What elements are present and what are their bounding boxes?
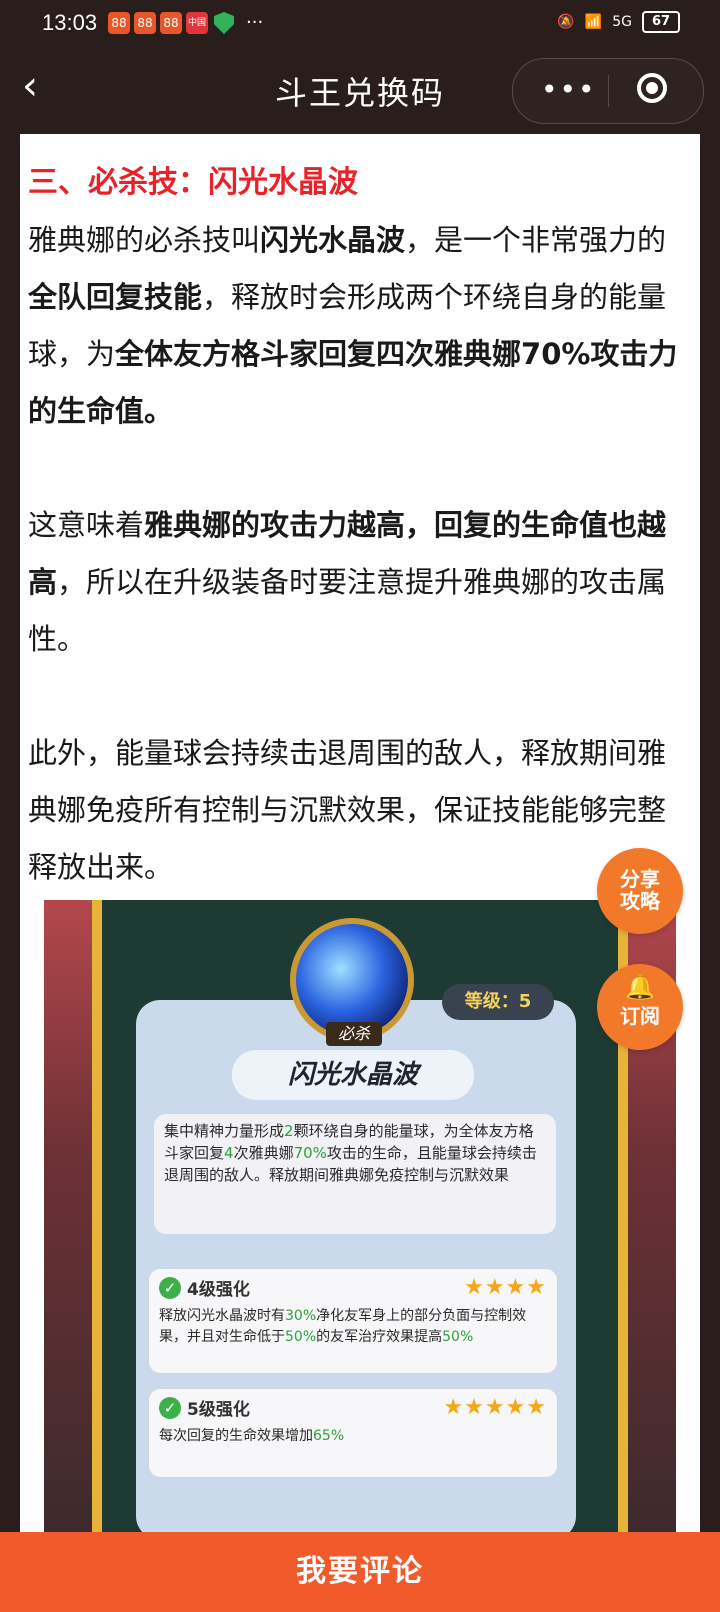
emphasis-text: 全队回复技能 xyxy=(28,280,203,314)
frame-left xyxy=(92,900,102,1532)
upgrade-text: 每次回复的生命效果增加65% xyxy=(159,1426,547,1447)
red-app-icon: 中国 xyxy=(186,12,208,34)
check-icon: ✓ xyxy=(159,1276,181,1299)
text-run: 雅典娜的必杀技叫 xyxy=(28,223,261,257)
paragraph-attack-note: 这意味着雅典娜的攻击力越高，回复的生命值也越高，所以在升级装备时要注意提升雅典娜… xyxy=(28,497,678,668)
upgrade-title: 5级强化 xyxy=(187,1400,250,1420)
section-heading: 三、必杀技：闪光水晶波 xyxy=(28,165,358,200)
paragraph-knockback: 此外，能量球会持续击退周围的敌人，释放期间雅典娜免疫所有控制与沉默效果，保证技能… xyxy=(28,736,667,884)
emphasis-text: 全体友方格斗家回复四次雅典娜70%攻击力的生命值。 xyxy=(28,337,678,428)
skill-name: 闪光水晶波 xyxy=(232,1050,474,1100)
emphasis-text: 4 xyxy=(224,1144,234,1162)
skill-level: 等级：5 xyxy=(442,984,554,1020)
emphasis-text: 50% xyxy=(442,1329,474,1345)
game-skill-screenshot: 必杀 等级：5 闪光水晶波 集中精神力量形成2颗环绕自身的能量球，为全体友方格斗… xyxy=(44,900,676,1532)
star-rating-icon: ★★★★ xyxy=(464,1275,547,1300)
capsule-divider xyxy=(608,75,609,107)
app-notification-icon: 88 xyxy=(160,12,182,34)
more-notifications-icon: ··· xyxy=(246,12,264,33)
wifi-icon: 📶 xyxy=(584,14,603,30)
emphasis-text: 50% xyxy=(285,1329,317,1345)
status-bar: 13:03 88 88 88 中国 ··· 🔕 📶 5G 67 xyxy=(0,0,720,46)
text-run: 次雅典娜 xyxy=(233,1144,294,1162)
emphasis-text: 闪光水晶波 xyxy=(260,223,406,257)
star-rating-icon: ★★★★★ xyxy=(443,1395,547,1420)
emphasis-text: 2 xyxy=(284,1122,294,1140)
network-label: 5G xyxy=(612,14,632,30)
upgrade-text: 释放闪光水晶波时有30%净化友军身上的部分负面与控制效果，并且对生命低于50%的… xyxy=(159,1306,547,1348)
subscribe-label: 订阅 xyxy=(620,1004,660,1028)
close-target-icon[interactable] xyxy=(637,73,667,103)
app-notification-icon: 88 xyxy=(134,12,156,34)
system-icons: 🔕 📶 5G 67 xyxy=(557,11,680,33)
skill-description: 集中精神力量形成2颗环绕自身的能量球，为全体友方格斗家回复4次雅典娜70%攻击的… xyxy=(154,1114,556,1234)
paragraph-skill-intro: 雅典娜的必杀技叫闪光水晶波，是一个非常强力的全队回复技能，释放时会形成两个环绕自… xyxy=(28,212,678,440)
ultimate-badge: 必杀 xyxy=(326,1022,382,1046)
text-run: 的友军治疗效果提高 xyxy=(316,1329,443,1345)
text-run: ，是一个非常强力的 xyxy=(405,223,667,257)
emphasis-text: 65% xyxy=(313,1428,345,1444)
subscribe-button[interactable]: 🔔 订阅 xyxy=(597,964,683,1050)
mini-program-capsule: ••• xyxy=(512,58,704,124)
article-container: 三、必杀技：闪光水晶波 雅典娜的必杀技叫闪光水晶波，是一个非常强力的全队回复技能… xyxy=(20,134,700,1532)
mute-icon: 🔕 xyxy=(557,14,575,30)
text-run: 释放闪光水晶波时有 xyxy=(159,1308,285,1324)
emphasis-text: 30% xyxy=(285,1308,317,1324)
app-notification-icon: 88 xyxy=(108,12,130,34)
nav-bar: ‹ 斗王兑换码 ••• xyxy=(0,46,720,134)
upgrade-title: 4级强化 xyxy=(187,1280,250,1300)
check-icon: ✓ xyxy=(159,1396,181,1419)
share-guide-label: 分享攻略 xyxy=(620,867,660,913)
text-run: 这意味着 xyxy=(28,508,145,542)
battery-icon: 67 xyxy=(642,11,680,33)
comment-button[interactable]: 我要评论 xyxy=(0,1532,720,1612)
notification-icons: 88 88 88 中国 ··· xyxy=(108,12,263,34)
more-icon[interactable]: ••• xyxy=(541,73,597,106)
upgrade-level-4: ✓ 4级强化 ★★★★ 释放闪光水晶波时有30%净化友军身上的部分负面与控制效果，… xyxy=(148,1268,558,1374)
bell-icon: 🔔 xyxy=(625,973,655,1001)
text-run: ，所以在升级装备时要注意提升雅典娜的攻击属性。 xyxy=(28,565,667,656)
status-time: 13:03 xyxy=(42,10,98,35)
share-guide-button[interactable]: 分享攻略 xyxy=(597,848,683,934)
shield-icon xyxy=(214,12,234,34)
text-run: 集中精神力量形成 xyxy=(164,1122,285,1140)
article-body: 三、必杀技：闪光水晶波 雅典娜的必杀技叫闪光水晶波，是一个非常强力的全队回复技能… xyxy=(28,162,678,896)
upgrade-level-5: ✓ 5级强化 ★★★★★ 每次回复的生命效果增加65% xyxy=(148,1388,558,1478)
text-run: 每次回复的生命效果增加 xyxy=(159,1428,313,1444)
emphasis-text: 70% xyxy=(293,1144,327,1162)
